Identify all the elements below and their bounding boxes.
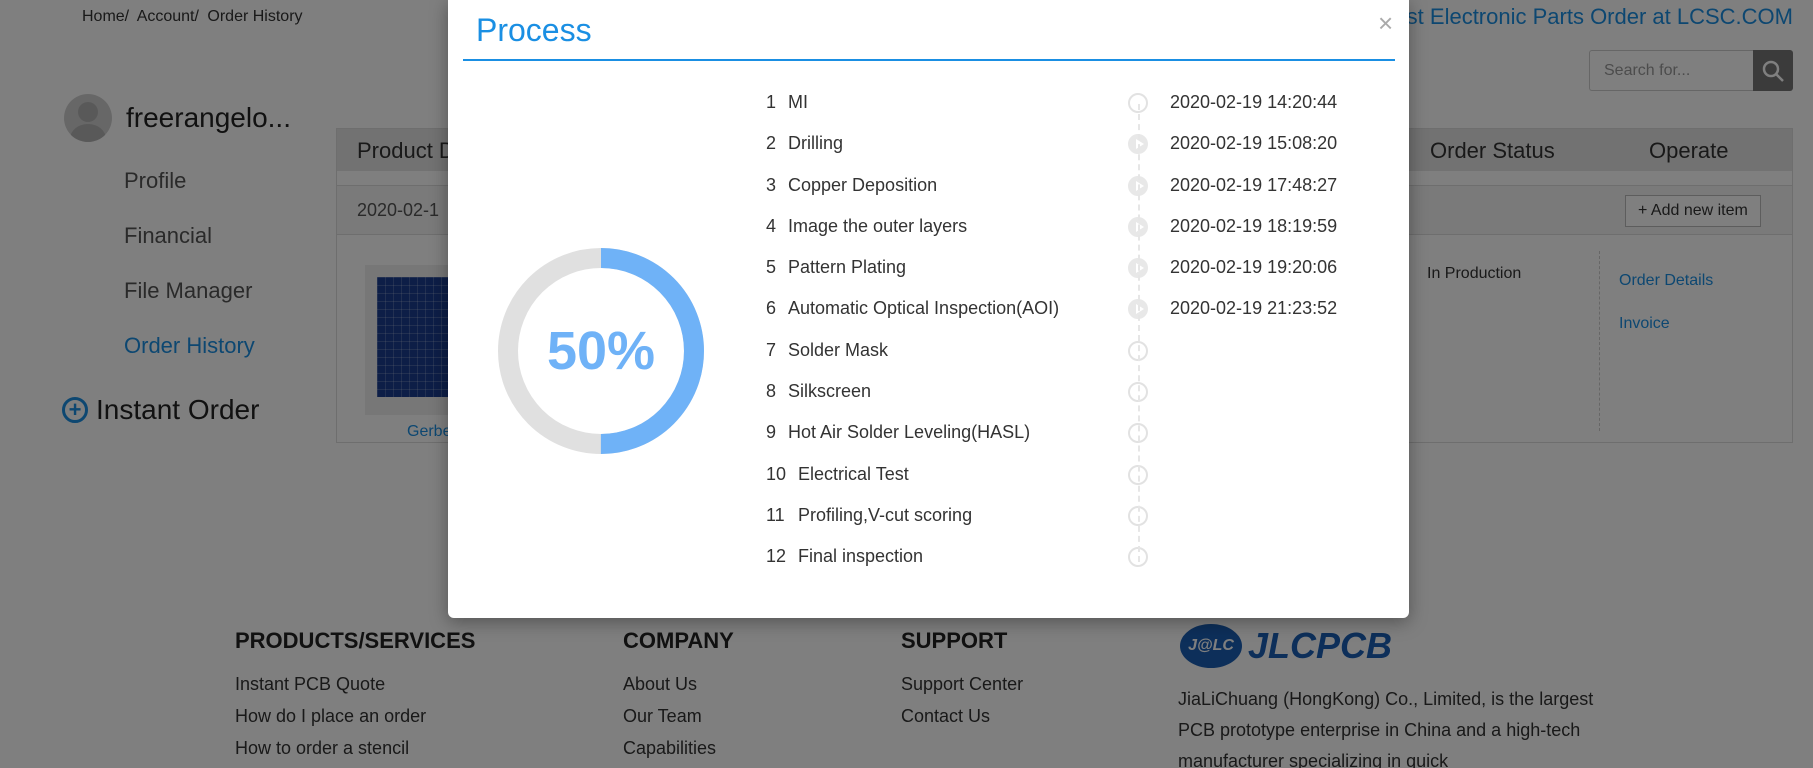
process-step: 10 Electrical Test (766, 454, 1386, 495)
process-step: 1 MI 2020-02-19 14:20:44 (766, 82, 1386, 123)
modal-title: Process (476, 12, 592, 48)
step-number: 12 (766, 546, 787, 567)
close-icon[interactable]: × (1378, 8, 1393, 39)
step-time: 2020-02-19 18:19:59 (1170, 215, 1338, 236)
step-name: MI (788, 92, 808, 112)
step-number: 2 (766, 133, 777, 154)
step-number: 1 (766, 92, 777, 112)
step-time: 2020-02-19 14:20:44 (1170, 92, 1338, 112)
step-name: Profiling,V-cut scoring (798, 504, 973, 525)
step-name: Solder Mask (788, 339, 889, 360)
process-step: 6 Automatic Optical Inspection(AOI) 2020-0… (766, 288, 1386, 329)
step-name: Final inspection (798, 546, 924, 567)
progress-percent: 50% (546, 321, 656, 381)
step-number: 8 (766, 381, 777, 402)
step-name: Automatic Optical Inspection(AOI) (788, 298, 1060, 319)
process-step: 7 Solder Mask (766, 330, 1386, 371)
title-underline (463, 59, 1395, 61)
process-step: 9 Hot Air Solder Leveling(HASL) (766, 412, 1386, 453)
process-step: 2 Drilling 2020-02-19 15:08:20 (766, 123, 1386, 164)
step-name: Copper Deposition (788, 174, 938, 195)
process-step: 8 Silkscreen (766, 371, 1386, 412)
process-step: 11 Profiling,V-cut scoring (766, 495, 1386, 536)
process-step: 5 Pattern Plating 2020-02-19 19:20:06 (766, 247, 1386, 288)
step-number: 5 (766, 257, 777, 278)
step-name: Silkscreen (788, 381, 872, 402)
step-name: Image the outer layers (788, 215, 968, 236)
step-time: 2020-02-19 19:20:06 (1170, 257, 1338, 278)
process-step: 3 Copper Deposition 2020-02-19 17:48:27 (766, 165, 1386, 206)
step-name: Drilling (788, 133, 844, 154)
step-name: Electrical Test (798, 463, 909, 484)
timeline-line (1138, 104, 1140, 562)
process-steps: 1 MI 2020-02-19 14:20:44 2 Drilling 2020-02-1… (766, 82, 1386, 578)
step-name: Hot Air Solder Leveling(HASL) (788, 422, 1031, 443)
step-time: 2020-02-19 15:08:20 (1170, 133, 1338, 154)
step-number: 9 (766, 422, 777, 443)
step-number: 3 (766, 174, 777, 195)
process-modal: Process × 50% 1 MI 2020-02-19 14:20:44 2 Dri… (448, 0, 1409, 618)
process-step: 4 Image the outer layers 2020-02-19 18:19:… (766, 206, 1386, 247)
step-number: 11 (766, 504, 785, 525)
step-name: Pattern Plating (788, 257, 907, 278)
step-number: 4 (766, 215, 777, 236)
progress-ring: 50% (496, 246, 706, 456)
process-step: 12 Final inspection (766, 536, 1386, 577)
step-time: 2020-02-19 21:23:52 (1170, 298, 1338, 319)
step-time: 2020-02-19 17:48:27 (1170, 174, 1338, 195)
step-number: 10 (766, 463, 787, 484)
step-number: 7 (766, 339, 777, 360)
step-number: 6 (766, 298, 777, 319)
